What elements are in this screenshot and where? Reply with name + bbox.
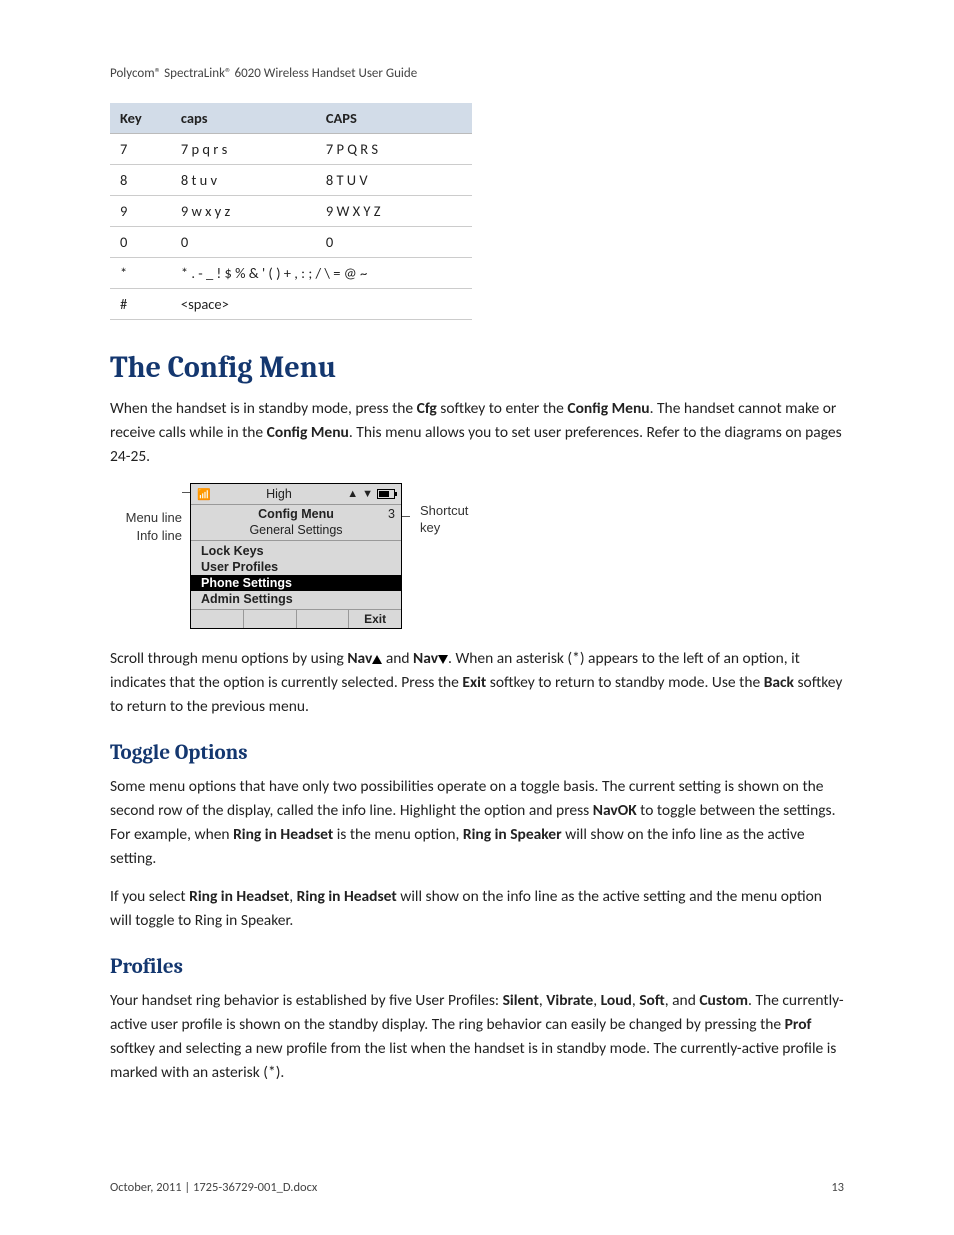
th-caps: caps — [171, 103, 316, 134]
nav-up-icon — [372, 655, 382, 664]
paragraph: When the handset is in standby mode, pre… — [110, 397, 844, 469]
heading-config-menu: The Config Menu — [110, 350, 844, 385]
table-row: # <space> — [110, 289, 472, 320]
menu-item: Admin Settings — [191, 591, 401, 607]
menu-item: Lock Keys — [191, 543, 401, 559]
running-header: Polycom® SpectraLink® 6020 Wireless Hand… — [110, 66, 844, 81]
arrow-down-icon: ▼ — [362, 488, 373, 500]
table-row: * * . - _ ! $ % & ' ( ) + , : ; / \ = @ … — [110, 258, 472, 289]
battery-icon — [377, 489, 395, 499]
heading-toggle-options: Toggle Options — [110, 741, 844, 765]
arrow-up-icon: ▲ — [347, 488, 358, 500]
label-info-line: Info line — [110, 527, 182, 545]
footer-right: 13 — [831, 1180, 844, 1195]
status-text: High — [215, 487, 344, 501]
table-row: 8 8 t u v 8 T U V — [110, 165, 472, 196]
key-table: Key caps CAPS 7 7 p q r s 7 P Q R S 8 8 … — [110, 103, 472, 320]
th-key: Key — [110, 103, 171, 134]
table-row: 9 9 w x y z 9 W X Y Z — [110, 196, 472, 227]
shortcut-number: 3 — [383, 507, 395, 521]
footer-left: October, 2011 | 1725-36729-001_D.docx — [110, 1180, 317, 1195]
nav-down-icon — [438, 655, 448, 664]
status-bar: 📶 High ▲ ▼ — [191, 484, 401, 505]
softkey — [244, 610, 297, 628]
handset-screen: 📶 High ▲ ▼ Config Menu 3 General Setting… — [190, 483, 402, 629]
softkey — [191, 610, 244, 628]
config-menu-diagram: Menu line Info line 📶 High ▲ ▼ Config Me… — [110, 483, 844, 629]
signal-icon: 📶 — [197, 488, 211, 501]
table-row: 0 0 0 — [110, 227, 472, 258]
th-CAPS: CAPS — [316, 103, 472, 134]
paragraph: Your handset ring behavior is establishe… — [110, 989, 844, 1085]
table-row: 7 7 p q r s 7 P Q R S — [110, 134, 472, 165]
softkey-exit: Exit — [349, 610, 401, 628]
menu-item-selected: Phone Settings — [191, 575, 401, 591]
screen-title: Config Menu — [209, 507, 383, 521]
paragraph: Scroll through menu options by using Nav… — [110, 647, 844, 719]
page-footer: October, 2011 | 1725-36729-001_D.docx 13 — [110, 1180, 844, 1195]
softkey — [297, 610, 350, 628]
menu-item: User Profiles — [191, 559, 401, 575]
heading-profiles: Profiles — [110, 955, 844, 979]
label-menu-line: Menu line — [110, 509, 182, 527]
paragraph: Some menu options that have only two pos… — [110, 775, 844, 871]
paragraph: If you select Ring in Headset, Ring in H… — [110, 885, 844, 933]
info-line: General Settings — [191, 523, 401, 541]
softkey-row: Exit — [191, 609, 401, 628]
menu-list: Lock Keys User Profiles Phone Settings A… — [191, 541, 401, 609]
label-shortcut-key: Shortcut key — [420, 503, 500, 537]
